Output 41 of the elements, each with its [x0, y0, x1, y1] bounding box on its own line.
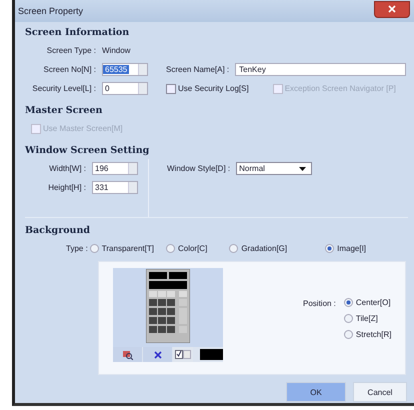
radio-button[interactable]: Transparent[T] [90, 244, 154, 253]
color-swatch[interactable] [200, 349, 224, 360]
section-heading: Background [25, 225, 91, 236]
section-heading: Window Screen Setting [25, 145, 150, 156]
load-image-button[interactable] [113, 347, 142, 362]
radio-button[interactable]: Tile[Z] [344, 314, 392, 323]
window-style-dropdown[interactable]: Normal [236, 162, 312, 175]
checkbox[interactable]: Use Security Log[S] [166, 84, 249, 94]
window-title: Screen Property [18, 6, 84, 16]
height-spinbox[interactable]: 331 [92, 181, 138, 194]
security-level-spinbox[interactable]: 0 [102, 82, 148, 95]
field-label: Height[H] : [47, 183, 86, 192]
field-label: Position : [303, 299, 336, 308]
screen-name-field[interactable]: TenKey [235, 63, 406, 76]
delete-image-button[interactable] [143, 347, 172, 362]
section-heading: Master Screen [25, 105, 104, 116]
checkbox-pattern-icon [174, 350, 191, 359]
screen-number-spinbox[interactable]: 65535 [102, 63, 148, 76]
field-label: Screen Type : [46, 46, 96, 55]
screen-type-value: Window [102, 46, 130, 55]
cancel-button[interactable]: Cancel [353, 382, 407, 402]
close-button[interactable] [374, 0, 410, 18]
radio-button[interactable]: Image[I] [325, 244, 366, 253]
field-label: Width[W] : [48, 164, 86, 173]
dropdown-arrow-icon [299, 166, 306, 170]
close-icon [388, 5, 396, 13]
radio-button[interactable]: Center[O] [344, 298, 392, 307]
transparency-toggle-button[interactable] [173, 347, 193, 362]
image-magnifier-icon [122, 350, 133, 360]
radio-button[interactable]: Color[C] [166, 244, 208, 253]
width-spinbox[interactable]: 196 [92, 162, 138, 175]
ok-button[interactable]: OK [286, 382, 346, 402]
radio-button[interactable]: Gradation[G] [229, 244, 288, 253]
section-heading: Screen Information [25, 27, 130, 38]
field-label: Window Style[D] : [167, 164, 230, 173]
delete-icon [154, 350, 162, 358]
field-label: Screen Name[A] : [166, 65, 230, 74]
field-label: Screen No[N] : [42, 65, 96, 74]
field-label: Security Level[L] : [31, 84, 96, 93]
radio-button[interactable]: Stretch[R] [344, 330, 392, 339]
field-label: Type : [66, 244, 88, 253]
